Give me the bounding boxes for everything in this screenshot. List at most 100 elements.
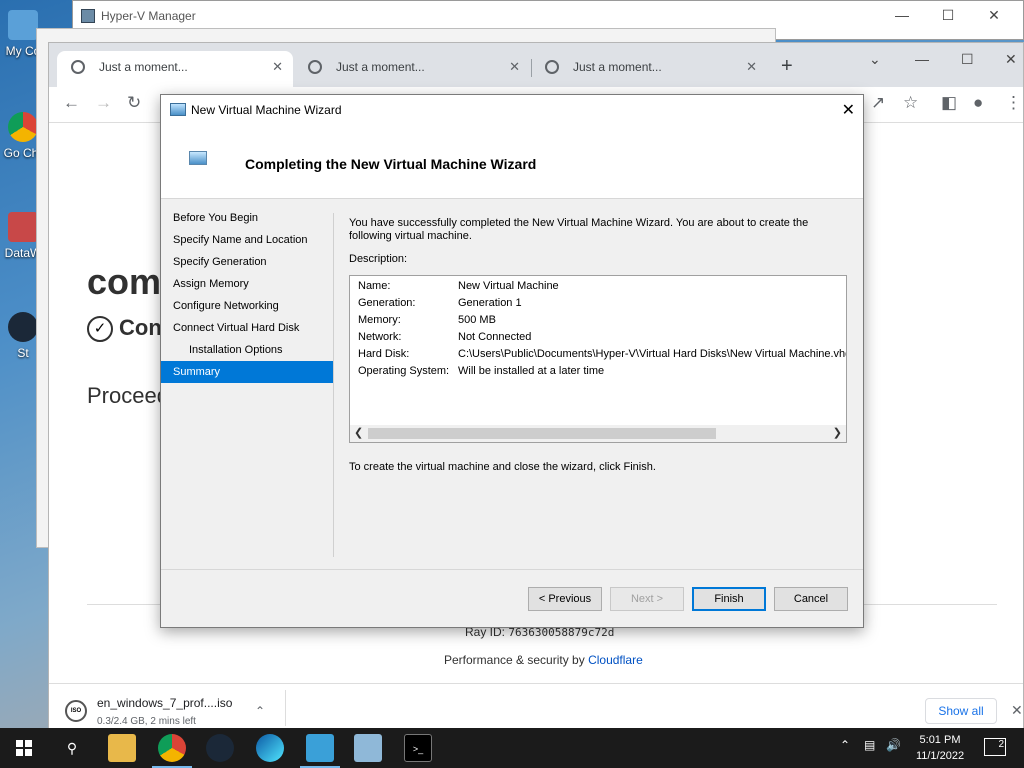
performance-label: Performance & security by <box>444 653 585 667</box>
hyperv-taskbar-icon[interactable] <box>306 734 334 762</box>
dialog-titlebar: New Virtual Machine Wizard ✕ <box>161 95 863 125</box>
page-subheading: Con <box>119 315 162 340</box>
reload-icon[interactable]: ↻ <box>127 93 141 113</box>
close-icon[interactable]: ✕ <box>1005 51 1017 68</box>
summary-key: Operating System: <box>358 365 450 377</box>
volume-icon[interactable]: 🔊 <box>886 738 901 752</box>
show-hidden-icons-icon[interactable]: ⌃ <box>840 738 850 752</box>
chevron-up-icon[interactable]: ⌃ <box>255 704 265 718</box>
summary-key: Hard Disk: <box>358 348 410 360</box>
wizard-step-memory[interactable]: Assign Memory <box>161 273 333 295</box>
previous-button[interactable]: < Previous <box>528 587 602 611</box>
intro-text: You have successfully completed the New … <box>349 217 809 242</box>
maximize-icon[interactable]: ☐ <box>933 7 963 24</box>
clock-time: 5:01 PM <box>919 734 961 746</box>
next-button[interactable]: Next > <box>610 587 684 611</box>
edge-taskbar-icon[interactable] <box>256 734 284 762</box>
show-all-button[interactable]: Show all <box>925 698 997 724</box>
wizard-step-networking[interactable]: Configure Networking <box>161 295 333 317</box>
tab-close-icon[interactable]: ✕ <box>509 51 520 83</box>
close-download-shelf-icon[interactable]: ✕ <box>1011 702 1023 719</box>
scrollbar-thumb[interactable] <box>368 428 716 439</box>
share-icon[interactable]: ↗ <box>871 93 885 113</box>
cancel-button[interactable]: Cancel <box>774 587 848 611</box>
steam-shortcut-icon <box>8 312 38 342</box>
wizard-step-virtual-hard-disk[interactable]: Connect Virtual Hard Disk <box>161 317 333 339</box>
network-icon[interactable]: ▤ <box>864 738 875 752</box>
computer-icon <box>8 10 38 40</box>
finish-instructions: To create the virtual machine and close … <box>349 461 656 473</box>
summary-key: Network: <box>358 331 402 343</box>
tab-close-icon[interactable]: ✕ <box>746 51 757 83</box>
wizard-step-before-you-begin[interactable]: Before You Begin <box>161 207 333 229</box>
system-clock[interactable]: 5:01 PM 11/1/2022 <box>908 732 972 764</box>
summary-key: Memory: <box>358 314 401 326</box>
forward-icon[interactable]: → <box>95 93 112 113</box>
terminal-taskbar-icon[interactable]: >_ <box>404 734 432 762</box>
summary-value: Generation 1 <box>458 297 522 309</box>
summary-value: C:\Users\Public\Documents\Hyper-V\Virtua… <box>458 348 847 360</box>
download-shelf: ISO en_windows_7_prof....iso 0.3/2.4 GB,… <box>49 683 1023 731</box>
tab-close-icon[interactable]: ✕ <box>272 51 283 83</box>
wizard-step-installation-options[interactable]: Installation Options <box>161 339 333 361</box>
horizontal-scrollbar[interactable]: ❮ ❯ <box>350 425 846 442</box>
notification-center-icon[interactable]: 2 <box>984 738 1006 756</box>
windows-start-icon[interactable] <box>16 740 32 756</box>
performance-credit: Performance & security by Cloudflare <box>444 653 643 667</box>
chrome-shortcut-icon <box>8 112 38 142</box>
download-status: 0.3/2.4 GB, 2 mins left <box>97 716 196 727</box>
wizard-step-summary[interactable]: Summary <box>161 361 333 383</box>
finish-button[interactable]: Finish <box>692 587 766 611</box>
scroll-left-icon[interactable]: ❮ <box>354 425 363 442</box>
browser-tab[interactable]: Just a moment... ✕ <box>294 51 530 87</box>
page-heading: com <box>87 261 162 302</box>
menu-icon[interactable]: ⋮ <box>1005 93 1022 113</box>
datawarehouse-icon <box>8 212 38 242</box>
proceed-text: Proceed <box>87 383 169 408</box>
new-tab-icon[interactable]: + <box>781 55 793 78</box>
maximize-icon[interactable]: ☐ <box>961 51 974 68</box>
dialog-title: New Virtual Machine Wizard <box>191 103 342 117</box>
side-panel-icon[interactable]: ◧ <box>941 93 957 113</box>
tab-title: Just a moment... <box>99 60 188 74</box>
profile-icon[interactable]: ● <box>973 93 983 113</box>
virtual-machine-icon <box>170 103 186 116</box>
globe-icon <box>545 60 559 74</box>
browser-tab[interactable]: Just a moment... ✕ <box>531 51 767 87</box>
desktop-icon-label: St <box>17 346 29 360</box>
wizard-step-name-location[interactable]: Specify Name and Location <box>161 229 333 251</box>
chrome-taskbar-icon[interactable] <box>158 734 186 762</box>
vm-connect-taskbar-icon[interactable] <box>354 734 382 762</box>
file-explorer-icon[interactable] <box>108 734 136 762</box>
taskbar: ⚲ >_ ⌃ ▤ 🔊 5:01 PM 11/1/2022 2 <box>0 728 1024 768</box>
tab-search-icon[interactable]: ⌄ <box>869 51 881 68</box>
wizard-header: Completing the New Virtual Machine Wizar… <box>161 125 863 199</box>
close-icon[interactable]: ✕ <box>979 7 1009 24</box>
wizard-steps-nav: Before You Begin Specify Name and Locati… <box>161 207 333 383</box>
scroll-right-icon[interactable]: ❯ <box>833 425 842 442</box>
back-icon[interactable]: ← <box>63 93 80 113</box>
search-icon[interactable]: ⚲ <box>58 734 86 762</box>
summary-key: Name: <box>358 280 391 292</box>
summary-value: Not Connected <box>458 331 532 343</box>
cloudflare-link[interactable]: Cloudflare <box>588 653 643 667</box>
tab-title: Just a moment... <box>336 60 425 74</box>
summary-value: 500 MB <box>458 314 496 326</box>
check-circle-icon: ✓ <box>87 316 113 342</box>
steam-taskbar-icon[interactable] <box>206 734 234 762</box>
minimize-icon[interactable]: — <box>915 51 929 67</box>
divider <box>285 690 286 726</box>
virtual-machine-icon <box>189 151 207 165</box>
bookmark-star-icon[interactable]: ☆ <box>903 93 918 113</box>
clock-date: 11/1/2022 <box>915 750 965 762</box>
minimize-icon[interactable]: — <box>887 7 917 23</box>
wizard-summary-panel: You have successfully completed the New … <box>349 217 849 473</box>
divider <box>161 569 863 570</box>
download-filename[interactable]: en_windows_7_prof....iso <box>97 696 232 710</box>
close-icon[interactable]: ✕ <box>842 100 855 120</box>
new-vm-wizard-dialog[interactable]: New Virtual Machine Wizard ✕ Completing … <box>160 94 864 628</box>
wizard-step-generation[interactable]: Specify Generation <box>161 251 333 273</box>
summary-value: New Virtual Machine <box>458 280 559 292</box>
browser-tab[interactable]: Just a moment... ✕ <box>57 51 293 87</box>
description-box[interactable]: Name: New Virtual Machine Generation: Ge… <box>349 275 847 443</box>
